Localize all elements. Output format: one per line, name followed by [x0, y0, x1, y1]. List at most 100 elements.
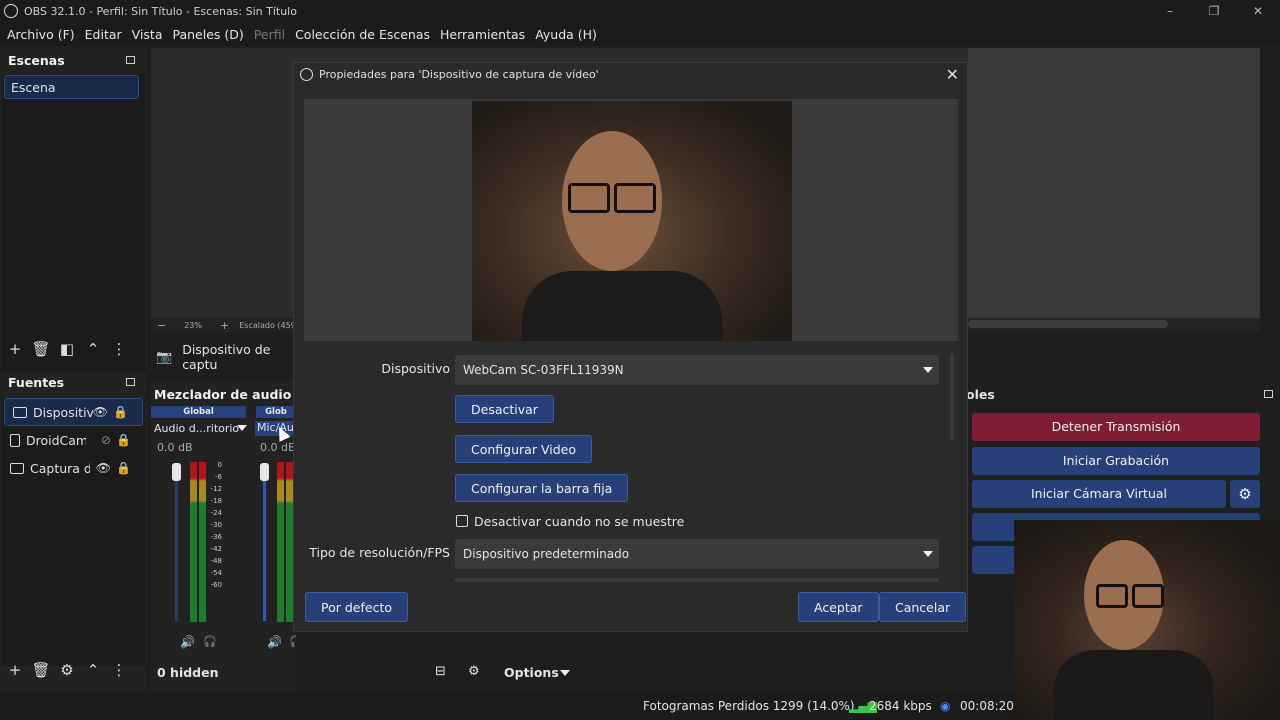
scene-filter-button[interactable]: ◧ — [54, 340, 80, 358]
lock-icon[interactable]: 🔒 — [116, 461, 131, 475]
menu-vista[interactable]: Vista — [132, 27, 163, 42]
start-virtual-camera-button[interactable]: Iniciar Cámara Virtual — [972, 480, 1226, 508]
resolution-dropdown[interactable]: Dispositivo predeterminado — [455, 539, 939, 569]
configure-crossbar-button[interactable]: Configurar la barra fija — [455, 474, 629, 502]
options-dropdown-icon[interactable] — [560, 670, 570, 676]
cancel-button[interactable]: Cancelar — [879, 592, 967, 622]
scene-more-button[interactable]: ⋮ — [106, 340, 132, 358]
undock-icon[interactable] — [126, 378, 135, 386]
restore-button[interactable]: ❐ — [1192, 0, 1236, 22]
level-meter-desktop-l — [190, 462, 197, 622]
channel-header-mic: Glob — [256, 406, 296, 418]
deactivate-when-hidden-checkbox[interactable] — [456, 515, 468, 527]
menu-archivo[interactable]: Archivo (F) — [7, 27, 75, 42]
device-dropdown[interactable]: WebCam SC-03FFL11939N — [455, 355, 939, 385]
start-recording-button[interactable]: Iniciar Grabación — [972, 447, 1260, 475]
deactivate-button[interactable]: Desactivar — [455, 395, 554, 423]
headphones-icon[interactable]: 🎧 — [289, 635, 296, 648]
zoom-in-button[interactable]: + — [220, 319, 229, 332]
scenes-dock: Escenas Escena — [0, 48, 147, 379]
layout-icon[interactable]: ⊟ — [435, 664, 446, 679]
glasses-lens — [568, 183, 610, 213]
menu-paneles[interactable]: Paneles (D) — [173, 27, 244, 42]
stream-time: 00:08:20 — [960, 699, 1014, 713]
menu-perfil[interactable]: Perfil — [254, 27, 285, 42]
visibility-hidden-icon[interactable]: ⊘ — [101, 433, 111, 447]
resolution-label: Tipo de resolución/FPS — [309, 545, 450, 560]
window-title: OBS 32.1.0 - Perfil: Sin Título - Escena… — [24, 4, 297, 18]
sources-title: Fuentes — [8, 375, 65, 390]
scene-item[interactable]: Escena — [4, 75, 139, 99]
menu-herramientas[interactable]: Herramientas — [440, 27, 525, 42]
monitor-icon — [10, 462, 24, 474]
bitrate: 2684 kbps — [869, 699, 932, 713]
fader-knob-mic[interactable] — [260, 463, 269, 481]
dialog-title: Propiedades para 'Dispositivo de captura… — [319, 68, 599, 81]
undock-icon[interactable] — [126, 56, 135, 64]
glasses-lens — [1096, 584, 1128, 608]
level-meter-mic-r — [286, 462, 293, 622]
lock-icon[interactable]: 🔒 — [116, 433, 131, 447]
stop-stream-button[interactable]: Detener Transmisión — [972, 413, 1260, 441]
speaker-icon[interactable]: 🔊 — [180, 635, 195, 649]
controls-title: oles — [966, 387, 995, 402]
fader-knob-desktop[interactable] — [172, 463, 181, 481]
advanced-audio-icon[interactable]: ⚙ — [468, 664, 480, 679]
menu-bar: Archivo (F) Editar Vista Paneles (D) Per… — [0, 22, 1280, 46]
hidden-count: 0 hidden — [157, 665, 219, 680]
chevron-down-icon — [923, 551, 933, 557]
camera-preview-image — [472, 101, 792, 341]
source-item-device[interactable]: Dispositiv 👁 🔒 — [4, 398, 143, 426]
preview-scrollbar[interactable] — [968, 320, 1168, 328]
channel-name-desktop[interactable]: Audio d...ritorio — [154, 422, 239, 435]
source-item-capture[interactable]: Captura d 👁 🔒 — [2, 454, 145, 482]
title-bar: OBS 32.1.0 - Perfil: Sin Título - Escena… — [0, 0, 1280, 22]
fader-track-mic[interactable] — [263, 471, 266, 621]
dialog-scrollbar[interactable] — [950, 353, 954, 441]
close-window-button[interactable]: ✕ — [1236, 0, 1280, 22]
next-field-edge — [455, 578, 939, 582]
resolution-value: Dispositivo predeterminado — [463, 547, 630, 561]
glasses-lens — [1132, 584, 1164, 608]
minimize-button[interactable]: – — [1148, 0, 1192, 22]
phone-icon — [10, 433, 20, 447]
source-label: Captura d — [30, 460, 90, 476]
options-button[interactable]: Options — [504, 665, 559, 680]
headphones-icon[interactable]: 🎧 — [203, 635, 217, 648]
channel-header-desktop: Global — [151, 406, 246, 418]
virtual-camera-gear-icon[interactable]: ⚙ — [1230, 480, 1260, 508]
visibility-eye-icon[interactable]: 👁 — [93, 405, 108, 419]
configure-video-button[interactable]: Configurar Video — [455, 435, 592, 463]
menu-ayuda[interactable]: Ayuda (H) — [535, 27, 597, 42]
level-meter-mic-l — [277, 462, 284, 622]
add-scene-button[interactable]: + — [2, 340, 28, 358]
fader-track-desktop[interactable] — [175, 471, 178, 621]
streaming-icon: ◉ — [940, 699, 951, 713]
dropped-frames: Fotogramas Perdidos 1299 (14.0%) — [643, 699, 855, 713]
visibility-eye-icon[interactable]: 👁 — [96, 461, 111, 475]
selected-source-strip: 📷 Dispositivo de captu — [151, 342, 296, 372]
remove-scene-button[interactable]: 🗑 — [28, 340, 54, 358]
speaker-icon[interactable]: 🔊 — [267, 635, 282, 649]
channel-dropdown-icon[interactable] — [237, 425, 247, 431]
obs-logo-icon — [4, 4, 18, 18]
defaults-button[interactable]: Por defecto — [305, 592, 408, 622]
menu-coleccion-escenas[interactable]: Colección de Escenas — [295, 27, 430, 42]
mixer-title: Mezclador de audio — [154, 387, 292, 402]
accept-button[interactable]: Aceptar — [798, 592, 879, 622]
menu-editar[interactable]: Editar — [85, 27, 122, 42]
dialog-close-icon[interactable]: ✕ — [946, 65, 959, 84]
properties-dialog: Propiedades para 'Dispositivo de captura… — [293, 62, 968, 632]
chevron-down-icon — [923, 367, 933, 373]
lock-icon[interactable]: 🔒 — [113, 405, 128, 419]
glasses-lens — [614, 183, 656, 213]
sources-dock: Fuentes Dispositiv 👁 🔒 DroidCam ⊘ 🔒 Capt… — [0, 372, 147, 692]
webcam-overlay-image — [1014, 520, 1280, 720]
person-shoulders — [522, 271, 722, 341]
move-scene-up-button[interactable]: ⌃ — [80, 340, 106, 358]
source-item-droidcam[interactable]: DroidCam ⊘ 🔒 — [2, 426, 145, 454]
undock-icon[interactable] — [1264, 390, 1273, 398]
zoom-out-button[interactable]: − — [157, 319, 166, 332]
device-label: Dispositivo — [381, 361, 450, 376]
camera-icon — [13, 406, 27, 418]
